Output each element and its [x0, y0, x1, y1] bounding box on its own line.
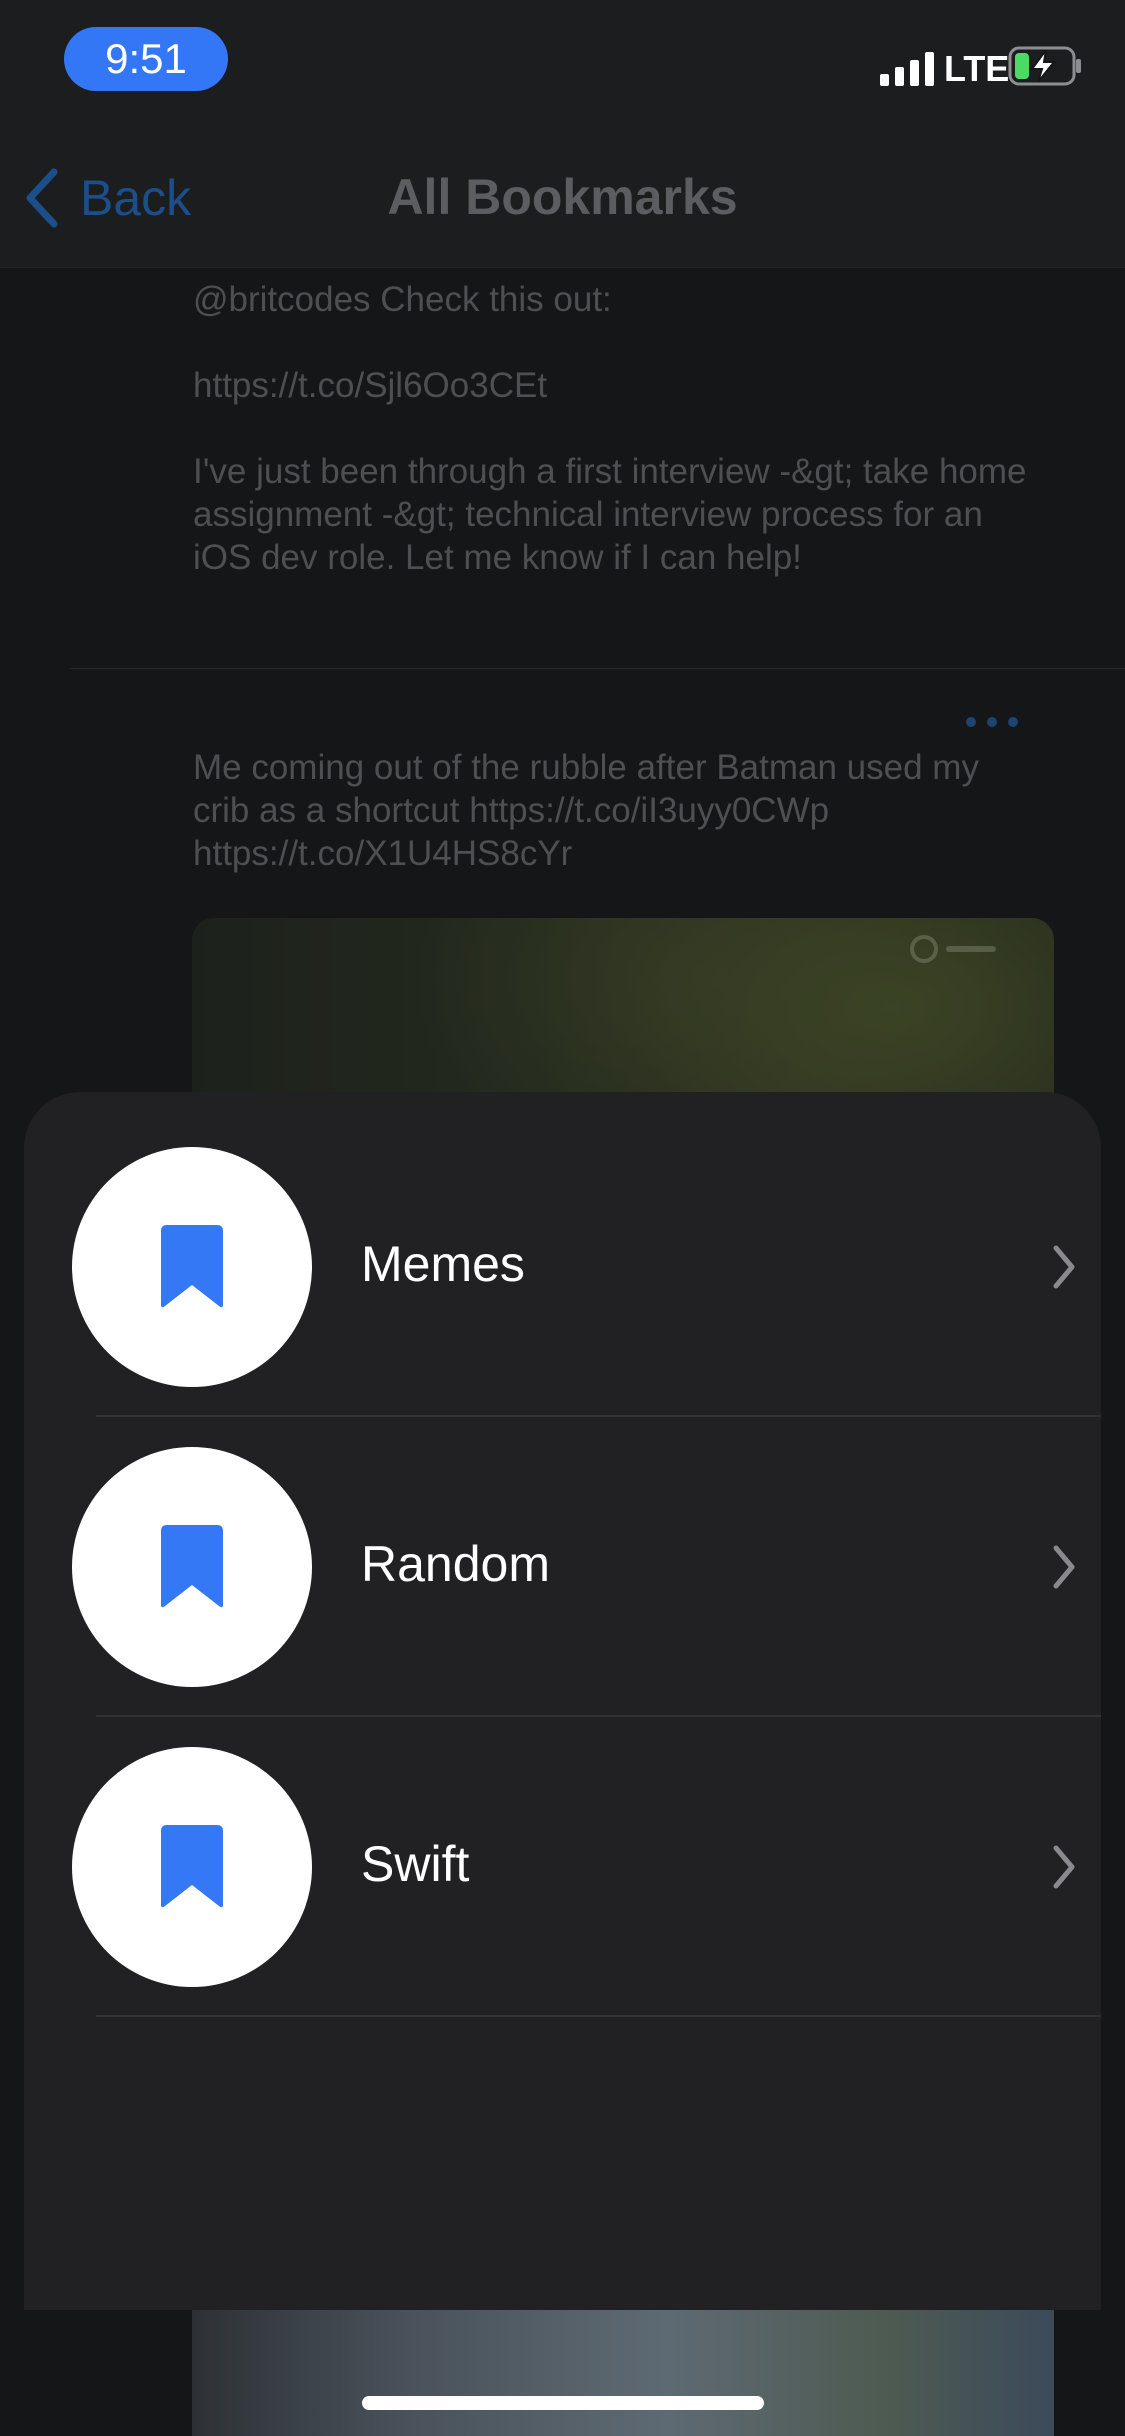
- media-watermark-icon: [910, 934, 1000, 964]
- bookmark-folder-row-memes[interactable]: Memes: [24, 1092, 1101, 1417]
- folder-label: Swift: [361, 1836, 470, 1892]
- bookmark-icon: [161, 1225, 223, 1308]
- bookmark-icon: [161, 1525, 223, 1608]
- row-divider: [96, 2015, 1101, 2017]
- folder-avatar: [72, 1147, 312, 1387]
- more-options-icon[interactable]: [966, 714, 1018, 730]
- tweet-media-image: [192, 2310, 1054, 2436]
- folder-avatar: [72, 1747, 312, 1987]
- tweet-text: @britcodes Check this out: https://t.co/…: [193, 280, 1027, 577]
- status-time: 9:51: [64, 27, 228, 91]
- network-type: LTE: [944, 48, 1010, 89]
- page-title: All Bookmarks: [387, 169, 738, 225]
- bookmark-folder-row-random[interactable]: Random: [24, 1392, 1101, 1717]
- divider: [70, 668, 1125, 669]
- folder-label: Random: [361, 1536, 550, 1592]
- bookmark-icon: [161, 1825, 223, 1908]
- chevron-right-icon: [1053, 1545, 1075, 1589]
- tweet-text: Me coming out of the rubble after Batman…: [193, 748, 989, 873]
- folder-label: Memes: [361, 1236, 525, 1292]
- folder-avatar: [72, 1447, 312, 1687]
- bookmark-folders-sheet: Memes Random Swift: [24, 1092, 1101, 2310]
- chevron-right-icon: [1053, 1845, 1075, 1889]
- status-bar: 9:51 LTE: [0, 0, 1125, 130]
- screen: Back All Bookmarks @britcodes Check this…: [0, 0, 1125, 2436]
- cellular-signal-icon: [880, 52, 934, 86]
- home-indicator[interactable]: [362, 2396, 764, 2410]
- bookmark-folder-row-swift[interactable]: Swift: [24, 1692, 1101, 2017]
- chevron-right-icon: [1053, 1245, 1075, 1289]
- battery-charging-icon: [1008, 46, 1081, 86]
